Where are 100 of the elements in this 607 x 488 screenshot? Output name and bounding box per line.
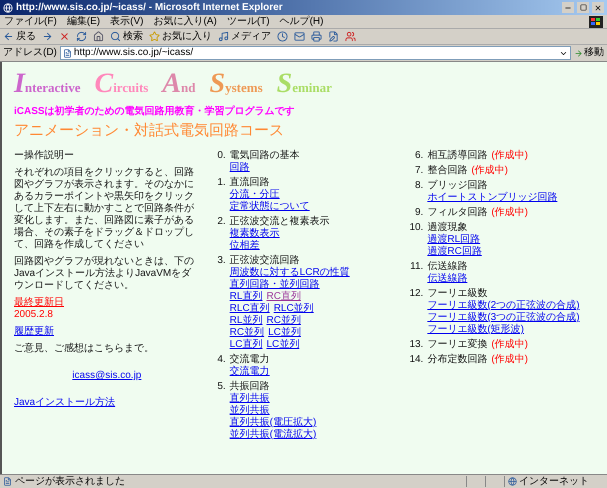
stop-button[interactable] <box>59 31 70 42</box>
link[interactable]: LC並列 <box>266 339 300 351</box>
logo-word: Systems <box>210 70 263 98</box>
zone-text: インターネット <box>519 476 589 486</box>
forward-arrow-icon <box>42 31 53 42</box>
link[interactable]: RLC直列 <box>230 303 270 315</box>
logo-word: Interactive <box>14 70 80 98</box>
minimize-button[interactable] <box>562 2 574 13</box>
menu-item[interactable]: お気に入り(A) <box>153 16 217 26</box>
section-title: 伝送線路 <box>427 261 468 273</box>
link[interactable]: RC並列 <box>266 315 301 327</box>
section-number: 5. <box>216 381 226 393</box>
section-title: 共振回路 <box>230 381 270 392</box>
messenger-button[interactable] <box>345 31 356 42</box>
link[interactable]: フーリエ級数(3つの正弦波の合成) <box>427 312 580 324</box>
link[interactable]: フーリエ級数(矩形波) <box>427 324 524 336</box>
section-title: 直流回路 <box>230 177 270 188</box>
link[interactable]: 交流電力 <box>230 366 270 378</box>
section-number: 0. <box>216 150 226 162</box>
in-progress-note: (作成中) <box>491 207 528 219</box>
link[interactable]: Javaインストール方法 <box>14 397 116 409</box>
link[interactable]: 並列共振 <box>230 405 270 417</box>
link[interactable]: RL並列 <box>230 315 262 327</box>
refresh-button[interactable] <box>76 31 87 42</box>
link[interactable]: 位相差 <box>230 240 260 252</box>
clock-icon <box>277 31 288 42</box>
link[interactable]: 複素数表示 <box>230 228 280 240</box>
section-title: 交流電力 <box>230 354 270 366</box>
section-title: 正弦波交流回路 <box>230 255 300 266</box>
section-title: フーリエ変換 <box>427 339 488 351</box>
link[interactable]: 伝送線路 <box>427 273 468 285</box>
favorites-button[interactable]: お気に入り <box>149 31 212 42</box>
section-number: 7. <box>414 165 424 177</box>
globe-icon <box>508 477 517 486</box>
section-title: フィルタ回路 <box>427 207 488 219</box>
info-text: 回路図やグラフが現れないときは、下のJavaインストール方法よりJavaVMをダウンロードしてください。 <box>14 256 195 292</box>
link[interactable]: RL直列 <box>230 291 262 303</box>
link[interactable]: フーリエ級数(2つの正弦波の合成) <box>427 300 580 312</box>
link[interactable]: LC並列 <box>268 327 301 339</box>
email-link[interactable]: icass@sis.co.jp <box>72 370 142 382</box>
search-button[interactable]: 検索 <box>110 31 143 42</box>
home-icon <box>93 31 104 42</box>
in-progress-note: (作成中) <box>491 354 528 366</box>
windows-logo-icon <box>589 16 603 28</box>
link[interactable]: 過渡RL回路 <box>427 234 480 246</box>
close-button[interactable] <box>592 2 604 13</box>
link[interactable]: RLC並列 <box>274 303 314 315</box>
link[interactable]: 分流・分圧 <box>230 189 280 201</box>
print-button[interactable] <box>311 31 322 42</box>
mail-button[interactable] <box>294 31 305 42</box>
section-number: 10. <box>409 222 424 234</box>
search-icon <box>110 31 121 42</box>
maximize-icon <box>580 4 586 11</box>
edit-button[interactable] <box>328 31 339 42</box>
section-number: 3. <box>216 255 226 267</box>
maximize-button[interactable] <box>577 2 589 13</box>
history-button[interactable] <box>277 31 288 42</box>
music-note-icon <box>218 31 229 42</box>
link[interactable]: 定常状態について <box>230 201 310 213</box>
link[interactable]: LC直列 <box>230 339 262 351</box>
go-arrow-icon <box>574 48 583 58</box>
link[interactable]: ホイートストンブリッジ回路 <box>427 192 558 204</box>
link[interactable]: 直列回路・並列回路 <box>230 279 320 291</box>
address-label: アドレス(D) <box>3 48 57 58</box>
media-button[interactable]: メディア <box>218 31 271 42</box>
link[interactable]: 直列共振(電圧拡大) <box>230 417 316 429</box>
people-icon <box>345 31 356 42</box>
mail-icon <box>294 31 305 42</box>
section-number: 11. <box>409 261 424 273</box>
section-title: 正弦波交流と複素表示 <box>230 216 330 228</box>
info-text: ご意見、ご感想はこちらまで。 <box>14 343 155 355</box>
page-icon <box>62 48 72 58</box>
link[interactable]: RC直列 <box>266 291 301 303</box>
forward-button[interactable] <box>42 31 53 42</box>
section-title: 過渡現象 <box>427 222 468 234</box>
menu-item[interactable]: 表示(V) <box>110 16 144 26</box>
address-field[interactable]: http://www.sis.co.jp/~icass/ <box>60 46 571 60</box>
go-button[interactable]: 移動 <box>574 48 604 58</box>
section-number: 9. <box>414 207 424 219</box>
link[interactable]: 履歴更新 <box>14 326 54 338</box>
logo-word: And <box>162 70 196 98</box>
home-button[interactable] <box>93 31 104 42</box>
link[interactable]: RC並列 <box>230 327 264 339</box>
section-number: 12. <box>409 288 424 300</box>
link[interactable]: 周波数に対するLCRの性質 <box>230 267 350 279</box>
star-icon <box>149 31 160 42</box>
menu-item[interactable]: ツール(T) <box>226 16 270 26</box>
section-title: ブリッジ回路 <box>427 180 488 192</box>
link[interactable]: 過渡RC回路 <box>427 246 482 258</box>
menu-item[interactable]: 編集(E) <box>66 16 100 26</box>
in-progress-note: (作成中) <box>491 150 528 162</box>
link[interactable]: 並列共振(電流拡大) <box>230 429 316 441</box>
page-icon <box>3 477 12 486</box>
logo-word: Seminar <box>276 70 332 98</box>
last-updated-label: 最終更新日 <box>14 297 65 309</box>
back-button[interactable]: 戻る <box>3 31 36 42</box>
link[interactable]: 回路 <box>230 162 250 174</box>
menu-item[interactable]: ファイル(F) <box>4 16 57 26</box>
link[interactable]: 直列共振 <box>230 393 270 405</box>
menu-item[interactable]: ヘルプ(H) <box>280 16 324 26</box>
